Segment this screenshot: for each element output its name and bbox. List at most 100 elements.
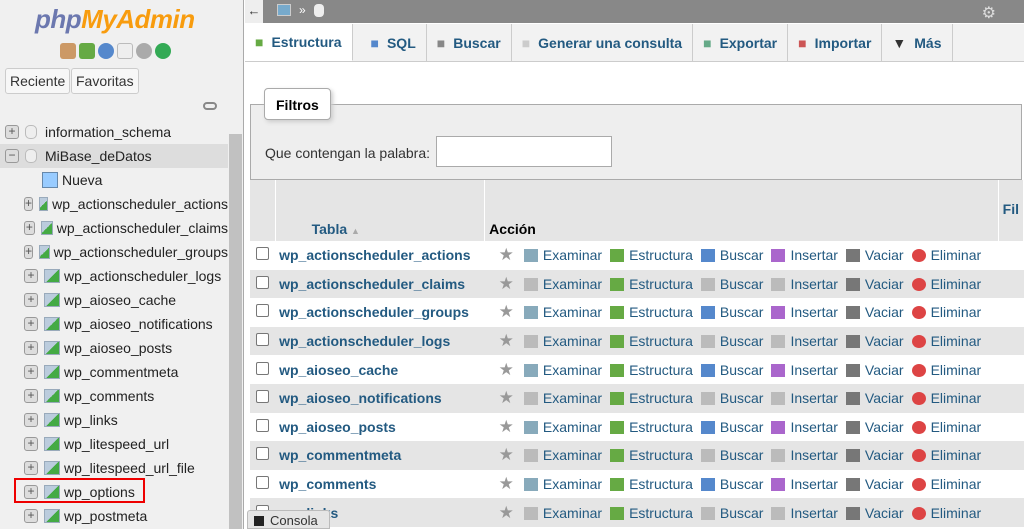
console-toggle[interactable]: Consola xyxy=(247,510,330,529)
favorite-star-icon[interactable]: ★ xyxy=(499,474,514,493)
row-checkbox[interactable] xyxy=(256,447,269,460)
search-action[interactable]: Buscar xyxy=(701,419,764,435)
browse-action[interactable]: Examinar xyxy=(524,247,602,263)
expand-icon[interactable]: + xyxy=(24,461,38,475)
structure-action[interactable]: Estructura xyxy=(610,304,693,320)
tree-item[interactable]: Nueva xyxy=(0,168,228,192)
search-action[interactable]: Buscar xyxy=(701,447,764,463)
structure-action[interactable]: Estructura xyxy=(610,505,693,521)
browse-action[interactable]: Examinar xyxy=(524,362,602,378)
tree-item[interactable]: +wp_comments xyxy=(0,384,228,408)
tab-más[interactable]: ▼Más xyxy=(882,24,952,61)
insert-action[interactable]: Insertar xyxy=(771,419,837,435)
empty-action[interactable]: Vaciar xyxy=(846,505,904,521)
tree-item[interactable]: +wp_postmeta xyxy=(0,504,228,528)
favorite-star-icon[interactable]: ★ xyxy=(499,331,514,350)
tab-buscar[interactable]: ■Buscar xyxy=(427,24,512,61)
tree-item[interactable]: +information_schema xyxy=(0,120,228,144)
drop-action[interactable]: Eliminar xyxy=(912,247,982,263)
help-icon[interactable] xyxy=(98,43,114,59)
insert-action[interactable]: Insertar xyxy=(771,362,837,378)
table-name-link[interactable]: wp_actionscheduler_actions xyxy=(279,247,470,263)
favorite-star-icon[interactable]: ★ xyxy=(499,302,514,321)
tree-item[interactable]: +wp_links xyxy=(0,408,228,432)
expand-icon[interactable]: + xyxy=(24,509,38,523)
favorite-star-icon[interactable]: ★ xyxy=(499,388,514,407)
expand-icon[interactable]: + xyxy=(24,197,33,211)
insert-action[interactable]: Insertar xyxy=(771,447,837,463)
favorite-star-icon[interactable]: ★ xyxy=(499,503,514,522)
tree-item[interactable]: +wp_actionscheduler_groups xyxy=(0,240,228,264)
empty-action[interactable]: Vaciar xyxy=(846,362,904,378)
expand-icon[interactable]: + xyxy=(24,341,38,355)
phpmyadmin-logo[interactable]: phpMyAdmin xyxy=(35,4,195,35)
table-name-link[interactable]: wp_comments xyxy=(279,476,376,492)
table-name-link[interactable]: wp_actionscheduler_logs xyxy=(279,333,450,349)
insert-action[interactable]: Insertar xyxy=(771,276,837,292)
row-checkbox[interactable] xyxy=(256,362,269,375)
tab-importar[interactable]: ■Importar xyxy=(788,24,882,61)
drop-action[interactable]: Eliminar xyxy=(912,362,982,378)
drop-action[interactable]: Eliminar xyxy=(912,390,982,406)
table-name-link[interactable]: wp_commentmeta xyxy=(279,447,401,463)
insert-action[interactable]: Insertar xyxy=(771,505,837,521)
favorite-star-icon[interactable]: ★ xyxy=(499,274,514,293)
expand-icon[interactable]: + xyxy=(5,125,19,139)
tab-sql[interactable]: ■SQL xyxy=(361,24,427,61)
empty-action[interactable]: Vaciar xyxy=(846,247,904,263)
row-checkbox[interactable] xyxy=(256,304,269,317)
insert-action[interactable]: Insertar xyxy=(771,247,837,263)
tree-item[interactable]: +wp_actionscheduler_claims xyxy=(0,216,228,240)
table-name-link[interactable]: wp_aioseo_notifications xyxy=(279,390,442,406)
empty-action[interactable]: Vaciar xyxy=(846,390,904,406)
empty-action[interactable]: Vaciar xyxy=(846,276,904,292)
structure-action[interactable]: Estructura xyxy=(610,476,693,492)
search-action[interactable]: Buscar xyxy=(701,247,764,263)
table-name-link[interactable]: wp_aioseo_cache xyxy=(279,362,398,378)
browse-action[interactable]: Examinar xyxy=(524,304,602,320)
gear-icon[interactable] xyxy=(136,43,152,59)
browse-action[interactable]: Examinar xyxy=(524,276,602,292)
tree-item[interactable]: +wp_aioseo_notifications xyxy=(0,312,228,336)
expand-icon[interactable]: + xyxy=(24,245,33,259)
reload-icon[interactable] xyxy=(155,43,171,59)
browse-action[interactable]: Examinar xyxy=(524,419,602,435)
docs-icon[interactable] xyxy=(117,43,133,59)
tab-estructura[interactable]: ■Estructura xyxy=(245,24,353,61)
search-action[interactable]: Buscar xyxy=(701,362,764,378)
browse-action[interactable]: Examinar xyxy=(524,476,602,492)
recent-button[interactable]: Reciente xyxy=(5,68,70,94)
expand-icon[interactable]: + xyxy=(24,269,38,283)
browse-action[interactable]: Examinar xyxy=(524,505,602,521)
logout-icon[interactable] xyxy=(79,43,95,59)
drop-action[interactable]: Eliminar xyxy=(912,333,982,349)
drop-action[interactable]: Eliminar xyxy=(912,476,982,492)
expand-icon[interactable]: + xyxy=(24,437,38,451)
browse-action[interactable]: Examinar xyxy=(524,333,602,349)
tree-item[interactable]: +wp_aioseo_cache xyxy=(0,288,228,312)
tree-item[interactable]: +wp_actionscheduler_actions xyxy=(0,192,228,216)
empty-action[interactable]: Vaciar xyxy=(846,476,904,492)
structure-action[interactable]: Estructura xyxy=(610,390,693,406)
favorite-star-icon[interactable]: ★ xyxy=(499,360,514,379)
drop-action[interactable]: Eliminar xyxy=(912,276,982,292)
tree-item[interactable]: −MiBase_deDatos xyxy=(0,144,228,168)
expand-icon[interactable]: + xyxy=(24,293,38,307)
table-name-link[interactable]: wp_actionscheduler_claims xyxy=(279,276,465,292)
favorite-star-icon[interactable]: ★ xyxy=(499,445,514,464)
expand-icon[interactable]: + xyxy=(24,413,38,427)
row-checkbox[interactable] xyxy=(256,390,269,403)
row-checkbox[interactable] xyxy=(256,247,269,260)
row-checkbox[interactable] xyxy=(256,333,269,346)
search-action[interactable]: Buscar xyxy=(701,304,764,320)
drop-action[interactable]: Eliminar xyxy=(912,419,982,435)
tree-item[interactable]: +wp_actionscheduler_logs xyxy=(0,264,228,288)
table-name-link[interactable]: wp_actionscheduler_groups xyxy=(279,304,469,320)
tab-generar-una-consulta[interactable]: ■Generar una consulta xyxy=(512,24,693,61)
database-icon[interactable] xyxy=(314,4,324,17)
drop-action[interactable]: Eliminar xyxy=(912,304,982,320)
structure-action[interactable]: Estructura xyxy=(610,333,693,349)
drop-action[interactable]: Eliminar xyxy=(912,447,982,463)
insert-action[interactable]: Insertar xyxy=(771,390,837,406)
tree-item[interactable]: +wp_aioseo_posts xyxy=(0,336,228,360)
